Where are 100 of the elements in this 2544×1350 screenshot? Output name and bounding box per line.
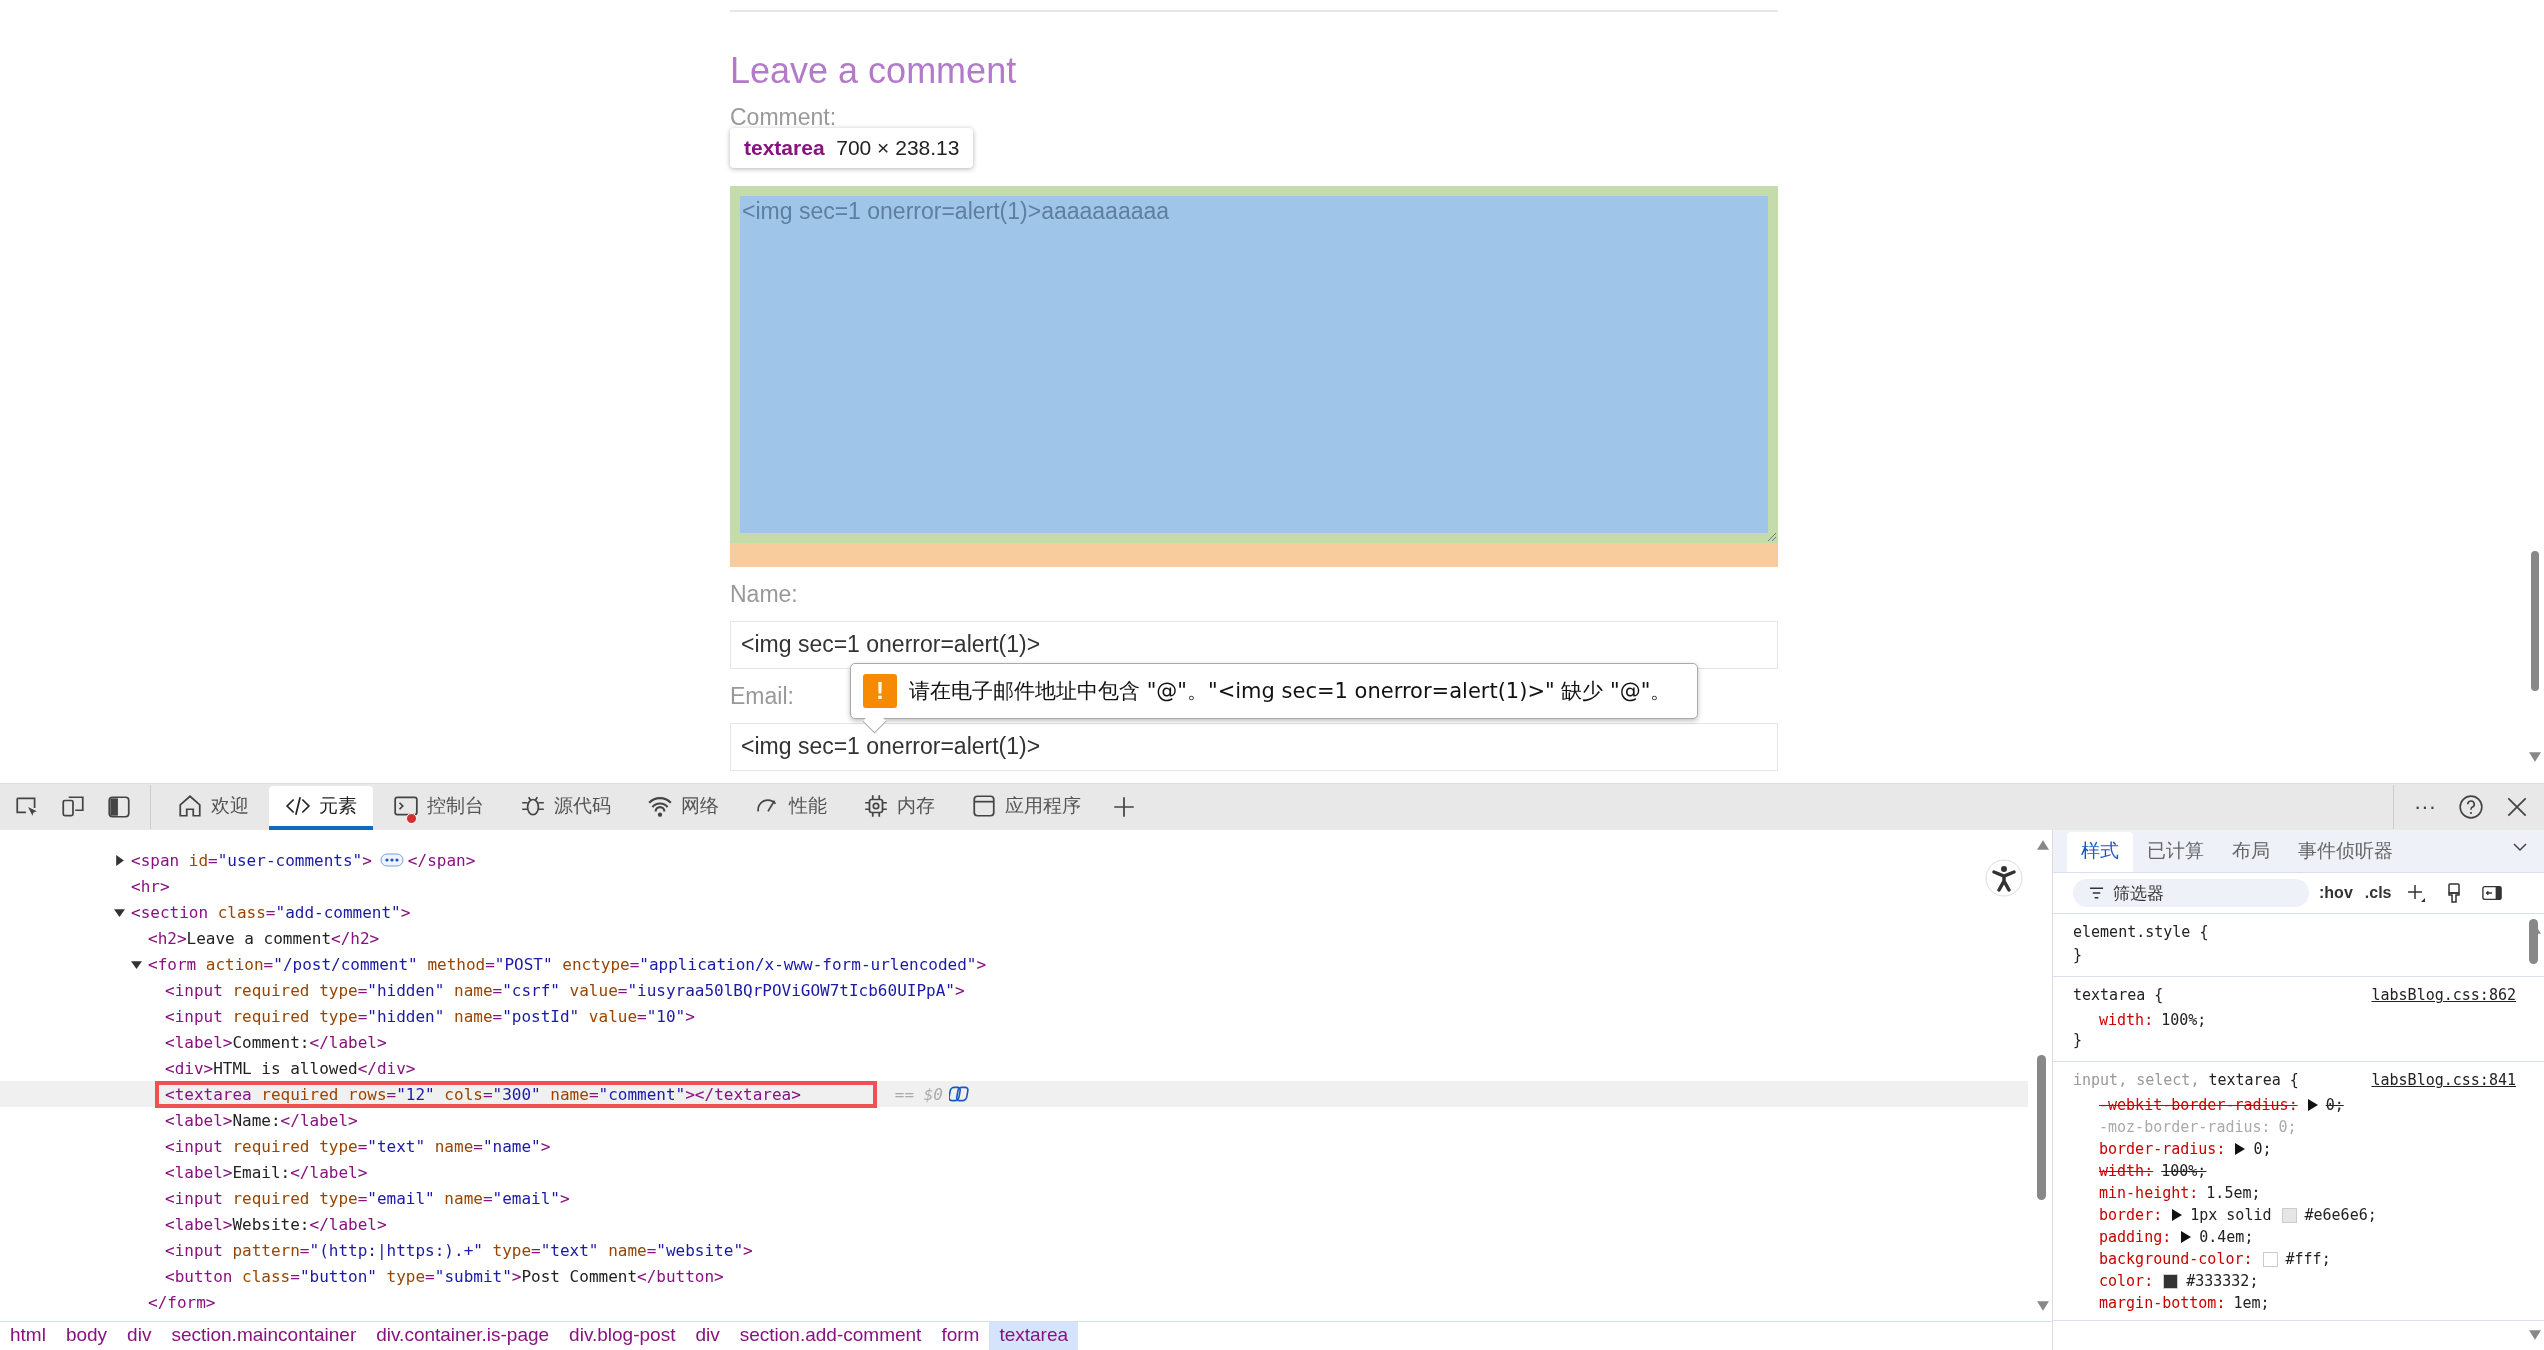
devtools-tab[interactable]: 网络: [631, 786, 735, 830]
color-swatch[interactable]: [2262, 1251, 2278, 1267]
color-swatch[interactable]: [2281, 1207, 2297, 1223]
css-property[interactable]: background-color:: [2099, 1250, 2253, 1268]
code-line[interactable]: <label>Email:</label>: [163, 1161, 370, 1183]
breadcrumb[interactable]: section.maincontainer: [161, 1322, 367, 1350]
source-link[interactable]: labsBlog.css:841: [2371, 1071, 2516, 1089]
css-value[interactable]: 100%;: [2161, 1011, 2207, 1029]
devtools-tab[interactable]: 性能: [739, 786, 843, 830]
css-property[interactable]: padding:: [2099, 1228, 2172, 1246]
closing-brace: }: [2073, 946, 2084, 966]
breadcrumb[interactable]: form: [931, 1322, 990, 1350]
code-line[interactable]: <input pattern="(http:|https:).+" type="text" name="website">: [163, 1239, 755, 1261]
css-property[interactable]: border:: [2099, 1206, 2163, 1224]
breadcrumb[interactable]: div: [117, 1322, 162, 1350]
css-property[interactable]: width:: [2099, 1011, 2154, 1029]
css-property[interactable]: border-radius:: [2099, 1140, 2226, 1158]
scrollbar-thumb[interactable]: [2037, 1055, 2046, 1200]
warning-icon: !: [863, 674, 897, 708]
code-line[interactable]: <label>Name:</label>: [163, 1109, 360, 1131]
css-property[interactable]: margin-bottom:: [2099, 1294, 2226, 1312]
css-value[interactable]: 0.4em;: [2199, 1228, 2254, 1246]
code-line[interactable]: <h2>Leave a comment</h2>: [146, 927, 382, 949]
color-swatch[interactable]: [2163, 1273, 2179, 1289]
code-line[interactable]: <input required type="text" name="name">: [163, 1135, 553, 1157]
more-button[interactable]: ···: [2404, 794, 2446, 820]
copilot-icon[interactable]: [949, 1085, 971, 1103]
scroll-down-icon[interactable]: [2529, 1330, 2541, 1340]
devtools-tab[interactable]: 源代码: [504, 786, 627, 830]
code-line[interactable]: <label>Comment:</label>: [163, 1031, 389, 1053]
devtools-tab[interactable]: 应用程序: [955, 786, 1097, 830]
code-line[interactable]: <div>HTML is allowed</div>: [163, 1057, 418, 1079]
input-field[interactable]: <img sec=1 onerror=alert(1)>: [730, 723, 1778, 771]
breadcrumb[interactable]: textarea: [989, 1322, 1079, 1350]
css-property[interactable]: width:: [2099, 1162, 2154, 1180]
code-line[interactable]: <input required type="hidden" name="csrf" value="iusyraa50lBQrPOViGOW7tIcb60UIPpA">: [163, 979, 967, 1001]
field-label: Name:: [730, 581, 798, 609]
code-line[interactable]: </span>: [405, 849, 478, 871]
code-line[interactable]: <input required type="email" name="email">: [163, 1187, 572, 1209]
code-line[interactable]: <hr>: [129, 875, 172, 897]
breadcrumb[interactable]: div.blog-post: [559, 1322, 686, 1350]
inspect-tooltip: textarea 700 × 238.13: [730, 128, 974, 168]
css-value[interactable]: 1.5em;: [2206, 1184, 2261, 1202]
css-value[interactable]: 1px solid: [2190, 1206, 2272, 1224]
css-value[interactable]: #e6e6e6;: [2304, 1206, 2377, 1224]
code-line[interactable]: <span id="user-comments">: [129, 849, 374, 871]
scrollbar-thumb[interactable]: [2529, 919, 2538, 964]
css-value[interactable]: 1em;: [2233, 1294, 2270, 1312]
ellipsis-icon[interactable]: [379, 853, 404, 867]
filter-field[interactable]: 筛选器: [2073, 879, 2309, 907]
validation-message: 请在电子邮件地址中包含 "@"。"<img sec=1 onerror=alert(1)>" 缺少 "@"。: [909, 678, 1672, 705]
accessibility-icon[interactable]: [1984, 858, 2024, 898]
resize-grip-icon[interactable]: [1766, 531, 1776, 541]
css-value[interactable]: 0;: [2325, 1096, 2344, 1114]
toggle-button[interactable]: :hov: [2317, 884, 2355, 902]
breadcrumb[interactable]: body: [55, 1322, 118, 1350]
css-selector: input, select, textarea {: [2073, 1071, 2299, 1089]
expand-arrow-icon[interactable]: [114, 906, 125, 918]
scroll-down-icon[interactable]: [2529, 752, 2541, 762]
window-icon: [971, 793, 997, 819]
expand-arrow-icon[interactable]: [131, 958, 142, 970]
scroll-down-icon[interactable]: [2037, 1301, 2049, 1311]
styles-tab[interactable]: 已计算: [2133, 832, 2218, 872]
breadcrumb[interactable]: html: [0, 1322, 56, 1350]
devtools-tab[interactable]: 内存: [847, 786, 951, 830]
css-property[interactable]: min-height:: [2099, 1184, 2199, 1202]
code-line[interactable]: <textarea required rows="12" cols="300" name="comment"></textarea>: [163, 1083, 803, 1105]
expand-arrow-icon[interactable]: [2172, 1209, 2183, 1221]
breadcrumb[interactable]: div: [685, 1322, 730, 1350]
devtools-tab[interactable]: 欢迎: [161, 786, 265, 830]
expand-arrow-icon[interactable]: [2235, 1143, 2246, 1155]
css-value[interactable]: 0;: [2253, 1140, 2272, 1158]
expand-arrow-icon[interactable]: [2307, 1099, 2318, 1111]
code-line[interactable]: <section class="add-comment">: [129, 901, 413, 923]
home-icon: [177, 793, 203, 819]
devtools-tab[interactable]: 控制台: [377, 786, 500, 830]
field-label: Email:: [730, 683, 794, 711]
styles-tab[interactable]: 事件侦听器: [2284, 832, 2407, 872]
css-property[interactable]: -webkit-border-radius:: [2099, 1096, 2298, 1114]
styles-tab[interactable]: 布局: [2218, 832, 2284, 872]
code-line[interactable]: </form>: [146, 1291, 218, 1313]
css-value[interactable]: #333332;: [2186, 1272, 2259, 1290]
expand-arrow-icon[interactable]: [2181, 1231, 2192, 1243]
code-line[interactable]: <label>Website:</label>: [163, 1213, 389, 1235]
devtools-tab[interactable]: 元素: [269, 786, 373, 830]
source-link[interactable]: labsBlog.css:862: [2371, 986, 2516, 1004]
css-value[interactable]: 100%;: [2161, 1162, 2207, 1180]
code-line[interactable]: <input required type="hidden" name="postId" value="10">: [163, 1005, 697, 1027]
chevron-icon[interactable]: [2512, 842, 2528, 852]
breadcrumb[interactable]: section.add-comment: [729, 1322, 932, 1350]
code-line[interactable]: <button class="button" type="submit">Post Comment</button>: [163, 1265, 726, 1287]
scroll-up-icon[interactable]: [2037, 840, 2049, 850]
expand-arrow-icon[interactable]: [114, 854, 125, 866]
css-value[interactable]: #fff;: [2285, 1250, 2331, 1268]
breadcrumb[interactable]: div.container.is-page: [366, 1322, 560, 1350]
code-line[interactable]: <form action="/post/comment" method="POST" enctype="application/x-www-form-urlencoded">: [146, 953, 989, 975]
toggle-button[interactable]: .cls: [2362, 884, 2394, 902]
css-property[interactable]: color:: [2099, 1272, 2154, 1290]
styles-tab[interactable]: 样式: [2067, 832, 2133, 872]
scrollbar-thumb[interactable]: [2531, 551, 2539, 691]
